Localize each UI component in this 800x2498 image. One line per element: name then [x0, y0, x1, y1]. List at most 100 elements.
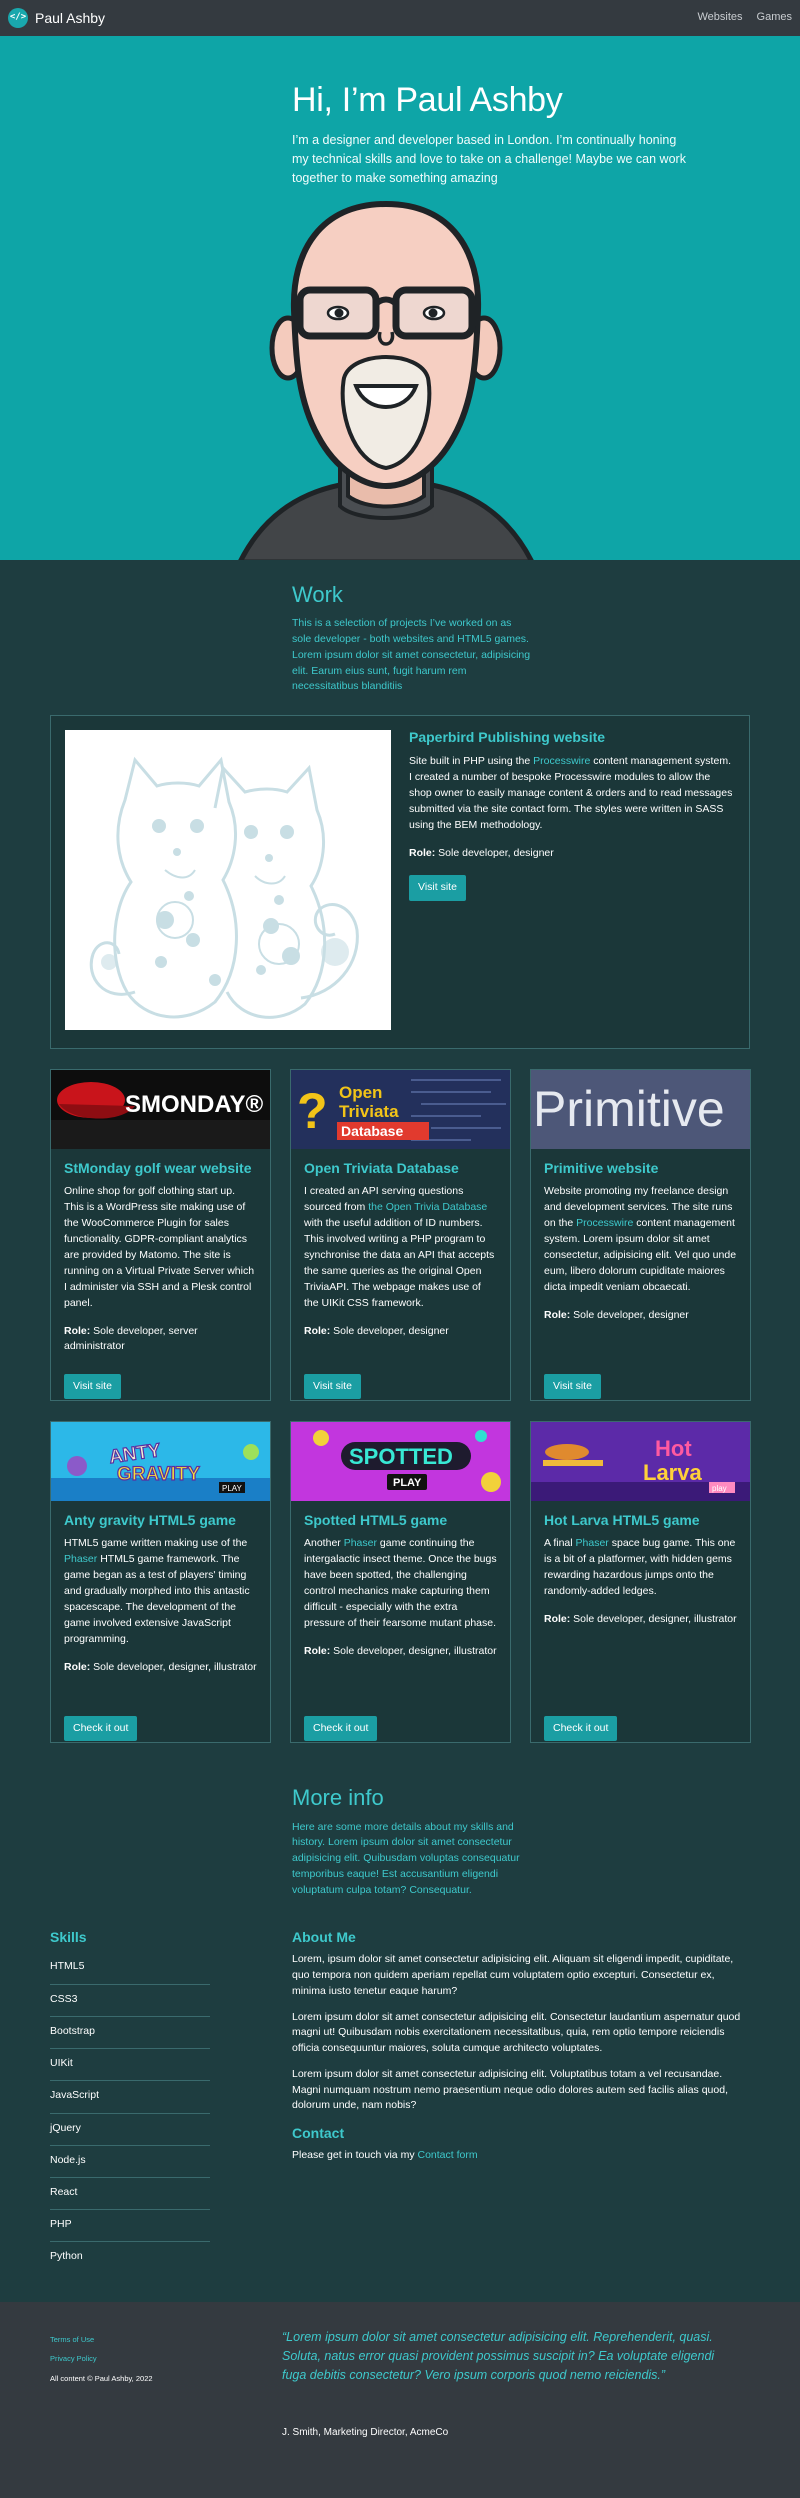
hero-subtitle: I’m a designer and developer based in Lo…: [292, 132, 686, 185]
terms-of-use-link[interactable]: Terms of Use: [50, 2335, 94, 2344]
project-grid-games: ANTY GRAVITY PLAY Anty gravity HTML5 gam…: [50, 1421, 751, 1744]
project-card-primitive: Primitive Primitive website Website prom…: [530, 1069, 751, 1402]
visit-site-button[interactable]: Visit site: [64, 1374, 121, 1400]
project-role: Role: Sole developer, designer: [544, 1309, 689, 1321]
brand-name: Paul Ashby: [35, 9, 106, 26]
featured-project-title: Paperbird Publishing website: [409, 729, 606, 746]
more-info-heading: More info: [292, 1785, 384, 1811]
svg-text:Open: Open: [339, 1083, 382, 1102]
processwire-link[interactable]: Processwire: [533, 755, 590, 767]
featured-project-description: Site built in PHP using the Processwire …: [409, 755, 733, 832]
project-role: Role: Sole developer, server administrat…: [64, 1324, 198, 1353]
contact-form-link[interactable]: Contact form: [417, 2149, 477, 2161]
triviata-image: ? Open Triviata Database: [291, 1070, 510, 1150]
testimonial-quote: “Lorem ipsum dolor sit amet consectetur …: [282, 2329, 715, 2383]
project-description: HTML5 game written making use of the Pha…: [64, 1537, 250, 1646]
svg-text:Hot: Hot: [655, 1436, 692, 1461]
svg-text:GRAVITY: GRAVITY: [117, 1464, 200, 1485]
project-card-stmonday: SMONDAY® StMonday golf wear website Onli…: [50, 1069, 271, 1402]
anty-gravity-image: ANTY GRAVITY PLAY: [51, 1422, 270, 1502]
skill-item: jQuery: [50, 2114, 210, 2146]
svg-text:Larva: Larva: [643, 1460, 702, 1485]
contact-heading: Contact: [292, 2125, 345, 2142]
skill-item: PHP: [50, 2210, 210, 2243]
contact-text: Please get in touch via my Contact form: [292, 2149, 478, 2162]
open-trivia-database-link[interactable]: the Open Trivia Database: [368, 1201, 487, 1213]
project-role: Role: Sole developer, designer: [304, 1324, 449, 1337]
featured-project-card: Paperbird Publishing website Site built …: [50, 715, 750, 1050]
phaser-link[interactable]: Phaser: [576, 1537, 609, 1549]
copyright-text: All content © Paul Ashby, 2022: [50, 2373, 153, 2383]
hero-title: Hi, I’m Paul Ashby: [292, 81, 563, 119]
project-description: Website promoting my freelance design an…: [544, 1185, 737, 1294]
avatar-illustration: [238, 200, 534, 560]
svg-text:play: play: [712, 1484, 727, 1493]
processwire-link[interactable]: Processwire: [576, 1217, 633, 1229]
project-role: Role: Sole developer, designer, illustra…: [64, 1661, 257, 1673]
project-card-spotted: SPOTTED PLAY Spotted HTML5 game Another …: [290, 1421, 511, 1744]
work-header: Work This is a selection of projects I’v…: [292, 560, 532, 695]
skills-list: Skills HTML5 CSS3 Bootstrap UIKit JavaSc…: [50, 1928, 210, 2273]
check-it-out-button[interactable]: Check it out: [304, 1716, 378, 1742]
spotted-logo-text: SPOTTED: [349, 1444, 453, 1469]
skill-item: JavaScript: [50, 2081, 210, 2114]
code-logo-icon: </>: [8, 7, 28, 28]
cats-illustration-image: [65, 730, 391, 1031]
more-info-header: More info Here are some more details abo…: [292, 1743, 532, 1898]
skill-item: Node.js: [50, 2146, 210, 2178]
primitive-image: Primitive: [531, 1070, 750, 1150]
visit-site-button[interactable]: Visit site: [544, 1374, 601, 1400]
featured-project-role: Role: Sole developer, designer: [409, 847, 554, 860]
check-it-out-button[interactable]: Check it out: [544, 1716, 618, 1742]
project-description: I created an API serving questions sourc…: [304, 1185, 495, 1309]
featured-project-body: Paperbird Publishing website Site built …: [409, 728, 733, 901]
project-card-hot-larva: Hot Larva play Hot Larva HTML5 game A fi…: [530, 1421, 751, 1744]
more-info-columns: Skills HTML5 CSS3 Bootstrap UIKit JavaSc…: [50, 1928, 750, 2273]
primitive-logo-text: Primitive: [533, 1081, 725, 1137]
project-role: Role: Sole developer, designer, illustra…: [304, 1645, 497, 1658]
nav-link-games[interactable]: Games: [757, 10, 792, 26]
skill-item: CSS3: [50, 1985, 210, 2017]
nav-link-websites[interactable]: Websites: [697, 10, 742, 26]
phaser-link[interactable]: Phaser: [344, 1537, 377, 1549]
project-grid-websites: SMONDAY® StMonday golf wear website Onli…: [50, 1069, 751, 1402]
privacy-policy-link[interactable]: Privacy Policy: [50, 2354, 97, 2363]
brand-link[interactable]: </> Paul Ashby: [8, 7, 106, 28]
about-paragraph: Lorem ipsum dolor sit amet consectetur a…: [292, 2067, 728, 2112]
about-heading: About Me: [292, 1929, 356, 1946]
svg-text:Triviata: Triviata: [339, 1102, 399, 1121]
svg-text:Database: Database: [341, 1123, 403, 1139]
testimonial-author: J. Smith, Marketing Director, AcmeCo: [282, 2426, 449, 2438]
svg-text:PLAY: PLAY: [222, 1484, 243, 1493]
project-description: A final Phaser space bug game. This one …: [544, 1537, 736, 1598]
spotted-image: SPOTTED PLAY: [291, 1422, 510, 1502]
svg-text:?: ?: [297, 1083, 328, 1139]
skills-heading: Skills: [50, 1929, 87, 1946]
project-title: Spotted HTML5 game: [304, 1512, 448, 1529]
project-title: StMonday golf wear website: [64, 1160, 252, 1177]
about-paragraph: Lorem, ipsum dolor sit amet consectetur …: [292, 1953, 734, 1997]
skill-item: HTML5: [50, 1952, 210, 1985]
stmonday-logo-text: SMONDAY®: [125, 1091, 263, 1118]
about-paragraph: Lorem ipsum dolor sit amet consectetur a…: [292, 2010, 741, 2055]
hero-section: Hi, I’m Paul Ashby I’m a designer and de…: [0, 36, 800, 560]
skill-item: Python: [50, 2250, 83, 2263]
work-heading: Work: [292, 582, 343, 607]
project-title: Hot Larva HTML5 game: [544, 1512, 700, 1529]
project-card-anty-gravity: ANTY GRAVITY PLAY Anty gravity HTML5 gam…: [50, 1421, 271, 1744]
skill-item: UIKit: [50, 2049, 210, 2082]
footer-links: Terms of Use Privacy Policy All content …: [50, 2330, 153, 2389]
phaser-link[interactable]: Phaser: [64, 1553, 97, 1565]
stmonday-image: SMONDAY®: [51, 1070, 270, 1150]
hero-text: Hi, I’m Paul Ashby I’m a designer and de…: [292, 80, 692, 188]
about-section: About Me Lorem, ipsum dolor sit amet con…: [292, 1928, 750, 2273]
project-description: Another Phaser game continuing the inter…: [304, 1537, 497, 1630]
work-intro: This is a selection of projects I’ve wor…: [292, 617, 531, 693]
featured-visit-site-button[interactable]: Visit site: [409, 875, 466, 901]
more-info-intro: Here are some more details about my skil…: [292, 1820, 520, 1896]
visit-site-button[interactable]: Visit site: [304, 1374, 361, 1400]
check-it-out-button[interactable]: Check it out: [64, 1716, 138, 1742]
nav-links: Websites Games: [697, 10, 792, 26]
hot-larva-image: Hot Larva play: [531, 1422, 750, 1502]
top-navbar: </> Paul Ashby Websites Games: [0, 0, 800, 36]
